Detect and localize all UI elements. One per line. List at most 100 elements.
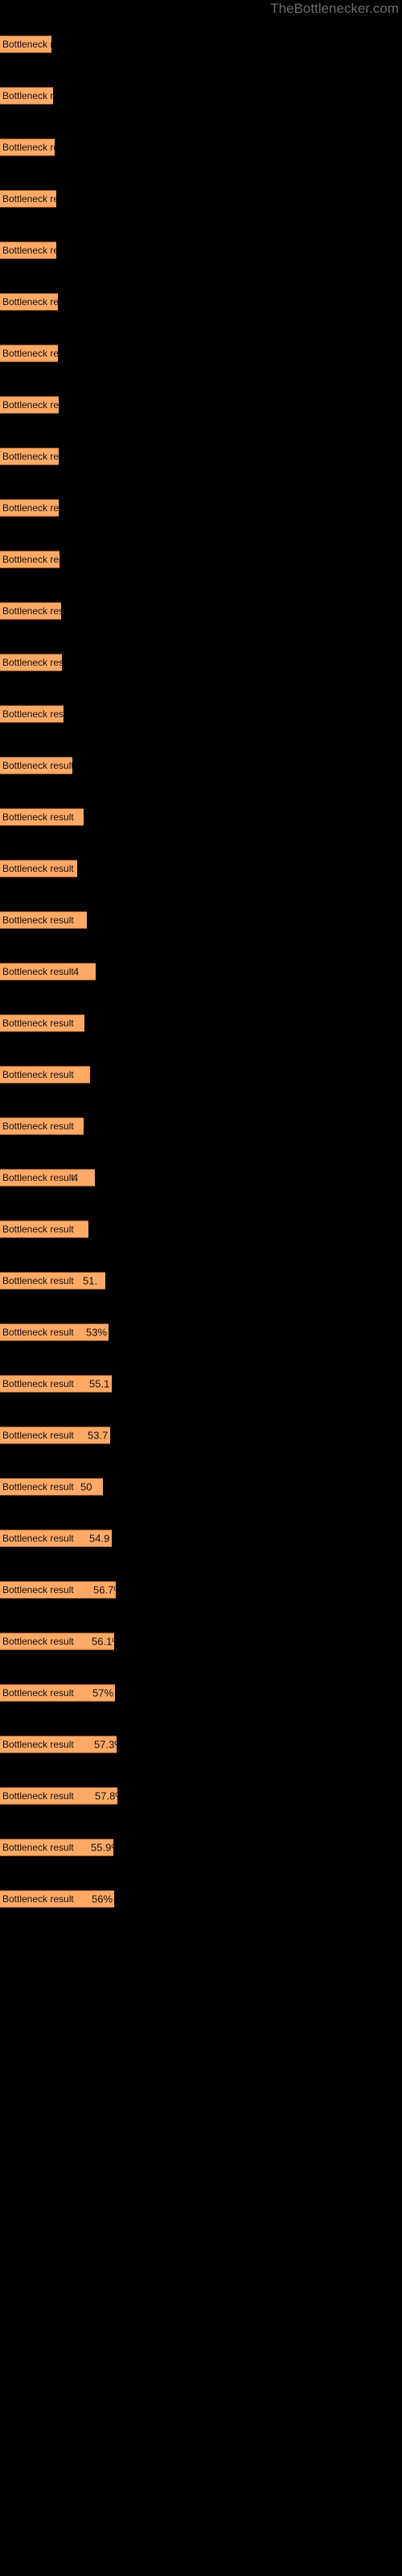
bar-row[interactable]: Bottleneck result 57%: [0, 1684, 402, 1719]
bar[interactable]: Bottleneck result: [0, 499, 59, 517]
bar-row[interactable]: Bottleneck result: [0, 138, 402, 173]
bar-label: Bottleneck result: [2, 1275, 74, 1286]
bar-row[interactable]: Bottleneck result 55.9%: [0, 1839, 402, 1873]
bar-value: 53.7: [88, 1429, 109, 1442]
bar[interactable]: Bottleneck result: [0, 551, 59, 568]
bar[interactable]: Bottleneck result: [0, 602, 61, 620]
bar[interactable]: Bottleneck result: [0, 705, 64, 723]
bar[interactable]: Bottleneck result: [0, 1066, 90, 1084]
bar-label: Bottleneck result: [2, 348, 58, 359]
bar-row[interactable]: Bottleneck result: [0, 911, 402, 946]
bar-label: Bottleneck result: [2, 142, 55, 153]
bar-row[interactable]: Bottleneck result: [0, 1014, 402, 1049]
bar-label: Bottleneck result: [2, 193, 56, 204]
bar[interactable]: Bottleneck result 54.9: [0, 1530, 112, 1547]
bottleneck-bar-chart: TheBottlenecker.com Bottleneck resultBot…: [0, 0, 402, 2576]
bar[interactable]: Bottleneck result: [0, 35, 51, 53]
bar-label: Bottleneck result: [2, 966, 74, 977]
bar[interactable]: Bottleneck result: [0, 396, 59, 414]
bars-container: Bottleneck resultBottleneck resultBottle…: [0, 19, 402, 2576]
bar-row[interactable]: Bottleneck result 51.: [0, 1272, 402, 1307]
bar[interactable]: Bottleneck result: [0, 860, 77, 877]
bar-row[interactable]: Bottleneck result: [0, 242, 402, 276]
bar-row[interactable]: Bottleneck result: [0, 35, 402, 70]
bar-label: Bottleneck result: [2, 451, 59, 462]
bar-value: 50: [80, 1480, 92, 1493]
bar-label: Bottleneck result: [2, 1481, 74, 1492]
bar-row[interactable]: Bottleneck result: [0, 1220, 402, 1255]
bar[interactable]: Bottleneck result 56.1%: [0, 1633, 114, 1650]
bar-row[interactable]: Bottleneck result: [0, 757, 402, 791]
bar[interactable]: Bottleneck result: [0, 1220, 88, 1238]
bar[interactable]: Bottleneck result: [0, 190, 56, 208]
bar-row[interactable]: Bottleneck result: [0, 87, 402, 122]
bar[interactable]: Bottleneck result: [0, 1117, 84, 1135]
bar[interactable]: Bottleneck result: [0, 87, 53, 105]
bar-row[interactable]: Bottleneck result 55.1: [0, 1375, 402, 1410]
bar-label: Bottleneck result: [2, 245, 56, 256]
bar-row[interactable]: Bottleneck result: [0, 345, 402, 379]
bar[interactable]: Bottleneck result 4: [0, 963, 96, 980]
bar-row[interactable]: Bottleneck result 53.7: [0, 1426, 402, 1461]
bar-row[interactable]: Bottleneck result 4: [0, 963, 402, 997]
bar-row[interactable]: Bottleneck result 57.8%: [0, 1787, 402, 1822]
bar[interactable]: Bottleneck result 56%: [0, 1890, 114, 1908]
bar[interactable]: Bottleneck result: [0, 654, 62, 671]
bar[interactable]: Bottleneck result: [0, 293, 58, 311]
bar-label: Bottleneck result: [2, 1121, 74, 1132]
bar[interactable]: Bottleneck result: [0, 448, 59, 465]
bar-row[interactable]: Bottleneck result 4: [0, 1169, 402, 1203]
bar[interactable]: Bottleneck result 57.8%: [0, 1787, 117, 1805]
bar-value: 55.9%: [91, 1841, 113, 1854]
bar-value: 4: [72, 1171, 79, 1184]
bar-value: 56.1%: [92, 1635, 114, 1648]
bar[interactable]: Bottleneck result: [0, 138, 55, 156]
bar-row[interactable]: Bottleneck result: [0, 396, 402, 431]
bar-row[interactable]: Bottleneck result 50: [0, 1478, 402, 1513]
bar[interactable]: Bottleneck result: [0, 1014, 84, 1032]
bar-label: Bottleneck result: [2, 1636, 74, 1647]
bar-row[interactable]: Bottleneck result 56.1%: [0, 1633, 402, 1667]
bar[interactable]: Bottleneck result 50: [0, 1478, 103, 1496]
bar-row[interactable]: Bottleneck result: [0, 705, 402, 740]
bar[interactable]: Bottleneck result 55.9%: [0, 1839, 113, 1856]
bar-row[interactable]: Bottleneck result 54.9: [0, 1530, 402, 1564]
bar[interactable]: Bottleneck result 53%: [0, 1323, 109, 1341]
bar-row[interactable]: Bottleneck result: [0, 293, 402, 328]
bar[interactable]: Bottleneck result: [0, 242, 56, 259]
bar[interactable]: Bottleneck result: [0, 345, 58, 362]
bar-row[interactable]: Bottleneck result: [0, 499, 402, 534]
bar[interactable]: Bottleneck result: [0, 757, 72, 774]
bar-label: Bottleneck result: [2, 1533, 74, 1544]
bar[interactable]: Bottleneck result: [0, 911, 87, 929]
bar-label: Bottleneck result: [2, 811, 74, 823]
bar[interactable]: Bottleneck result 53.7: [0, 1426, 110, 1444]
bar-row[interactable]: Bottleneck result: [0, 551, 402, 585]
bar-row[interactable]: Bottleneck result 56.7%: [0, 1581, 402, 1616]
bar-row[interactable]: Bottleneck result: [0, 448, 402, 482]
bar-label: Bottleneck result: [2, 1378, 74, 1389]
bar[interactable]: Bottleneck result 57.3%: [0, 1736, 117, 1753]
bar[interactable]: Bottleneck result 55.1: [0, 1375, 112, 1393]
bar-row[interactable]: Bottleneck result: [0, 808, 402, 843]
bar-row[interactable]: Bottleneck result 57.3%: [0, 1736, 402, 1770]
bar-row[interactable]: Bottleneck result: [0, 1117, 402, 1152]
bar-label: Bottleneck result: [2, 1172, 74, 1183]
bar[interactable]: Bottleneck result 51.: [0, 1272, 105, 1290]
bar-label: Bottleneck result: [2, 90, 53, 101]
bar-row[interactable]: Bottleneck result: [0, 654, 402, 688]
bar-row[interactable]: Bottleneck result: [0, 190, 402, 225]
bar-label: Bottleneck result: [2, 296, 58, 308]
bar-row[interactable]: Bottleneck result: [0, 860, 402, 894]
bar[interactable]: Bottleneck result 56.7%: [0, 1581, 116, 1599]
bar-value: 57.3%: [94, 1738, 117, 1751]
bar-value: 51.: [83, 1274, 98, 1287]
bar-row[interactable]: Bottleneck result 53%: [0, 1323, 402, 1358]
bar[interactable]: Bottleneck result: [0, 808, 84, 826]
bar-row[interactable]: Bottleneck result 56%: [0, 1890, 402, 1925]
bar[interactable]: Bottleneck result 4: [0, 1169, 95, 1187]
bar-row[interactable]: Bottleneck result: [0, 602, 402, 637]
bar-label: Bottleneck result: [2, 863, 74, 874]
bar[interactable]: Bottleneck result 57%: [0, 1684, 115, 1702]
bar-row[interactable]: Bottleneck result: [0, 1066, 402, 1100]
